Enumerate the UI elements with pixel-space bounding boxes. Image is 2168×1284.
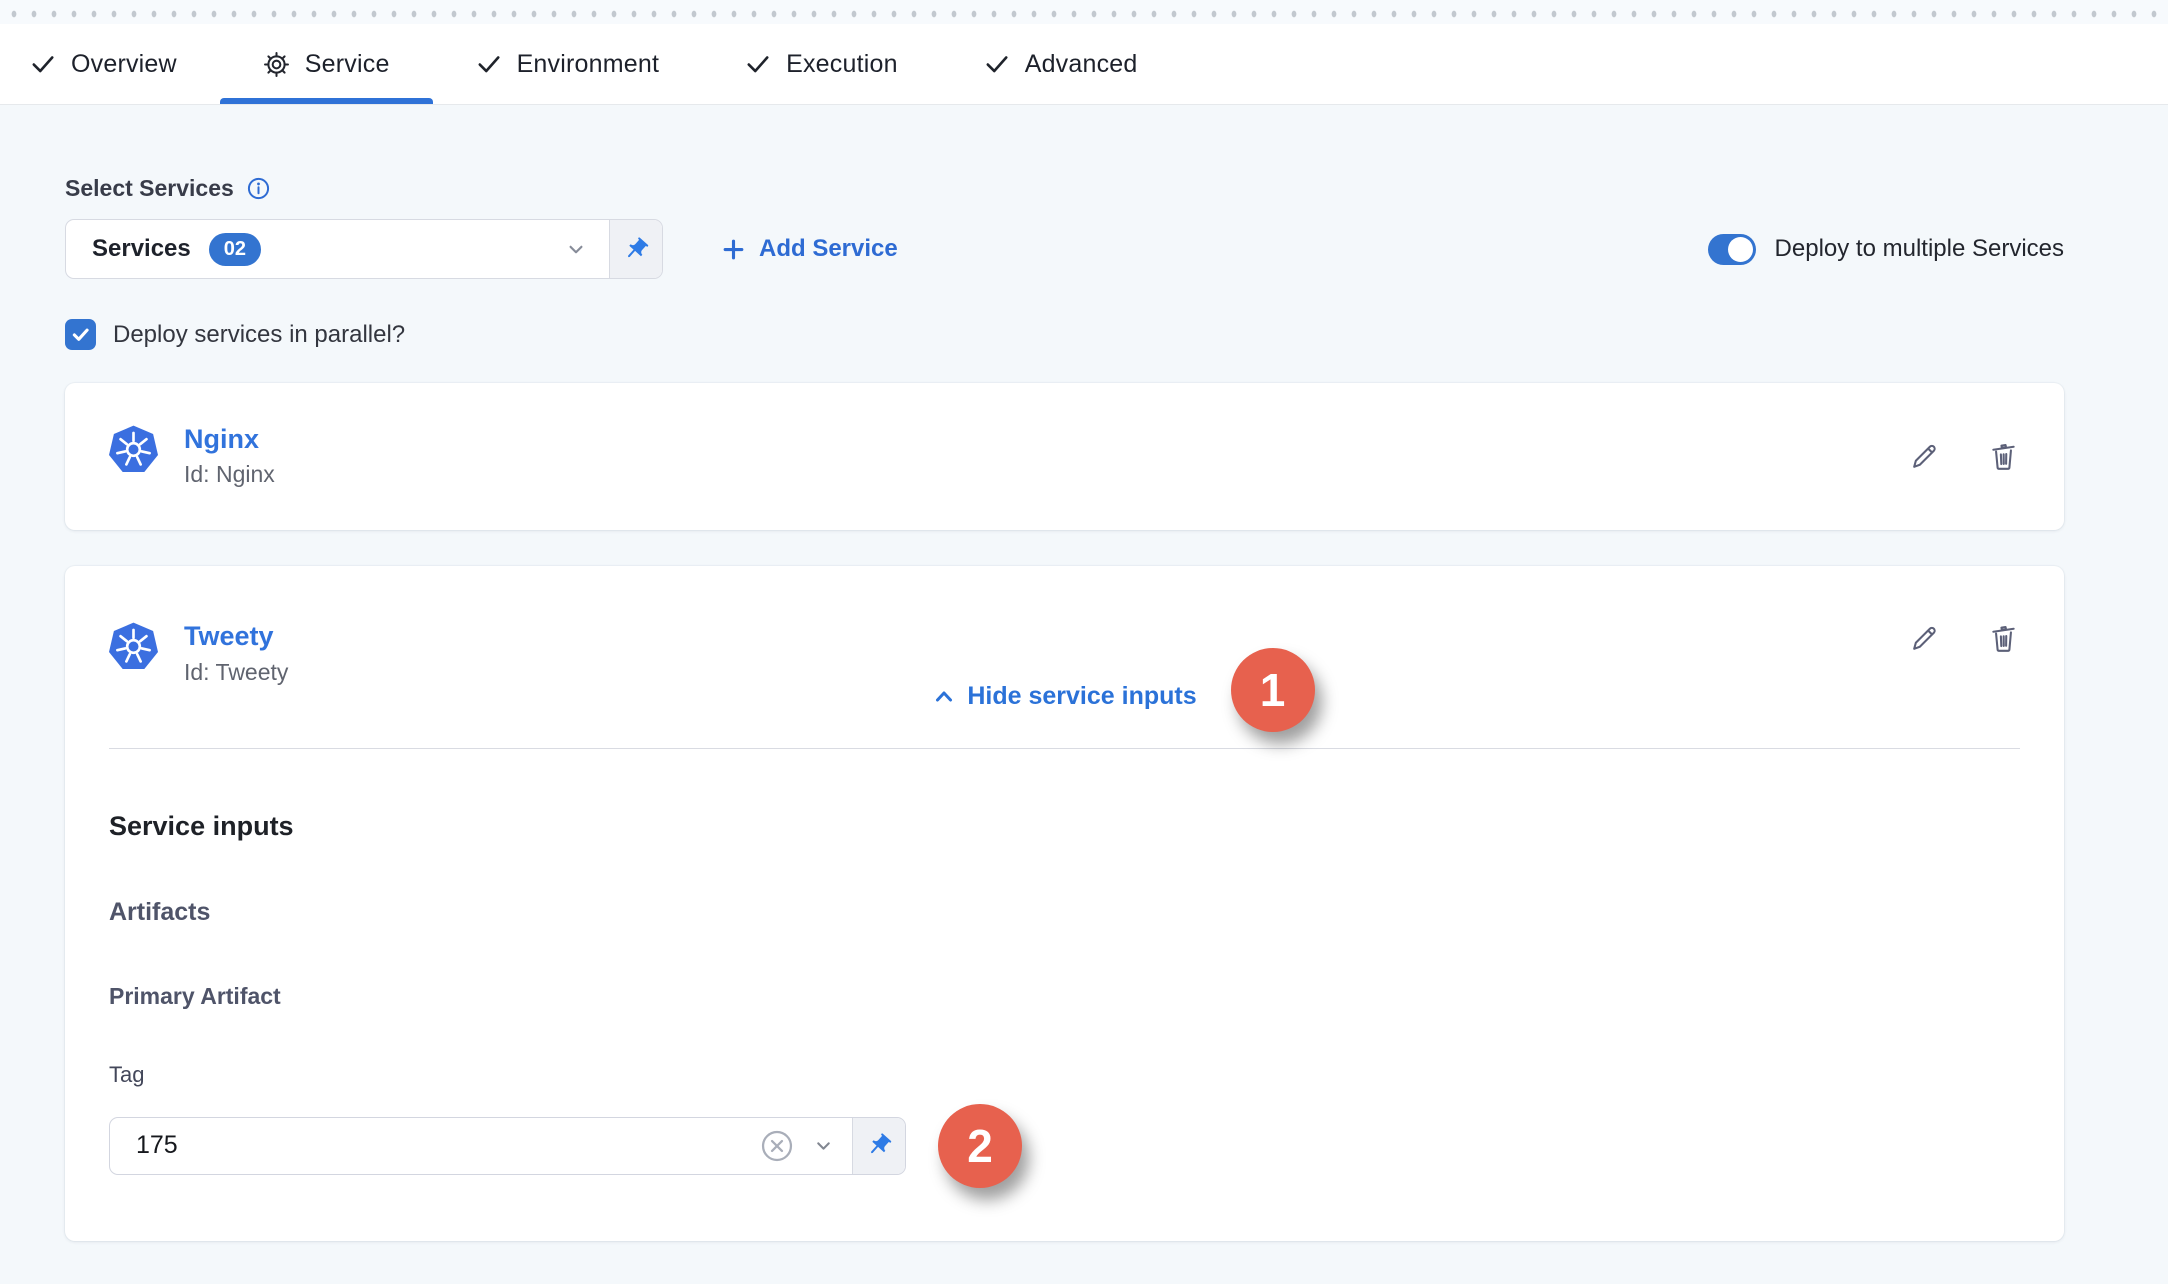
add-service-button[interactable]: Add Service bbox=[721, 235, 898, 263]
service-inputs-title: Service inputs bbox=[109, 811, 2020, 842]
service-tab-content: Select Services Services 02 bbox=[0, 175, 2168, 1241]
pin-icon bbox=[866, 1132, 893, 1159]
delete-trash-icon[interactable] bbox=[1987, 622, 2020, 655]
edit-pencil-icon[interactable] bbox=[1908, 622, 1941, 655]
check-icon bbox=[745, 51, 771, 77]
primary-artifact-title: Primary Artifact bbox=[109, 983, 2020, 1010]
delete-trash-icon[interactable] bbox=[1987, 440, 2020, 473]
tab-environment[interactable]: Environment bbox=[433, 24, 703, 104]
tab-label: Environment bbox=[517, 50, 660, 79]
service-id-text: Id: Nginx bbox=[184, 461, 275, 488]
check-icon bbox=[476, 51, 502, 77]
pipeline-canvas-dotted-strip bbox=[0, 0, 2168, 24]
select-services-label: Select Services bbox=[65, 175, 234, 202]
tab-label: Advanced bbox=[1025, 50, 1138, 79]
tab-advanced[interactable]: Advanced bbox=[941, 24, 1181, 104]
gear-icon bbox=[263, 51, 290, 78]
annotation-marker-2: 2 bbox=[938, 1104, 1022, 1188]
tab-label: Service bbox=[305, 50, 390, 79]
tag-input-group bbox=[109, 1117, 906, 1175]
deploy-multiple-services-label: Deploy to multiple Services bbox=[1775, 235, 2064, 263]
services-count-badge: 02 bbox=[209, 233, 261, 266]
services-multiselect[interactable]: Services 02 bbox=[65, 219, 663, 279]
check-icon bbox=[70, 324, 91, 345]
check-icon bbox=[984, 51, 1010, 77]
hide-service-inputs-label: Hide service inputs bbox=[967, 682, 1196, 711]
pin-icon bbox=[623, 236, 650, 263]
check-icon bbox=[30, 51, 56, 77]
toggle-knob bbox=[1728, 237, 1753, 262]
clear-input-icon[interactable] bbox=[759, 1128, 795, 1164]
chevron-down-icon[interactable] bbox=[563, 236, 589, 262]
services-dropdown-value: Services bbox=[92, 235, 191, 263]
chevron-down-icon[interactable] bbox=[811, 1133, 836, 1158]
pin-runtime-input-button[interactable] bbox=[852, 1118, 905, 1174]
tab-label: Execution bbox=[786, 50, 898, 79]
service-card-tweety: Tweety Id: Tweety bbox=[65, 566, 2064, 1241]
deploy-multiple-services-toggle[interactable] bbox=[1708, 234, 1756, 265]
chevron-up-icon bbox=[932, 685, 956, 709]
add-service-label: Add Service bbox=[759, 235, 898, 263]
annotation-marker-1: 1 bbox=[1231, 648, 1315, 732]
deploy-parallel-checkbox[interactable] bbox=[65, 319, 96, 350]
service-card-nginx: Nginx Id: Nginx bbox=[65, 383, 2064, 530]
tab-service[interactable]: Service bbox=[220, 24, 433, 104]
hide-service-inputs-link[interactable]: Hide service inputs bbox=[932, 682, 1196, 711]
tab-execution[interactable]: Execution bbox=[702, 24, 941, 104]
tag-label: Tag bbox=[109, 1062, 2020, 1088]
pin-runtime-input-button[interactable] bbox=[609, 220, 662, 278]
service-name-link[interactable]: Tweety bbox=[184, 622, 288, 652]
tab-overview[interactable]: Overview bbox=[30, 24, 220, 104]
stage-tabbar: Overview Service Environment Execution bbox=[0, 24, 2168, 105]
card-divider bbox=[109, 748, 2020, 749]
kubernetes-icon bbox=[109, 622, 158, 671]
kubernetes-icon bbox=[109, 425, 158, 474]
edit-pencil-icon[interactable] bbox=[1908, 440, 1941, 473]
deploy-parallel-label: Deploy services in parallel? bbox=[113, 321, 405, 349]
service-name-link[interactable]: Nginx bbox=[184, 425, 275, 455]
artifacts-title: Artifacts bbox=[109, 898, 2020, 927]
info-icon[interactable] bbox=[246, 176, 271, 201]
plus-icon bbox=[721, 237, 746, 262]
services-multiselect-value-area[interactable]: Services 02 bbox=[66, 220, 609, 278]
tag-input[interactable] bbox=[120, 1131, 743, 1160]
tab-label: Overview bbox=[71, 50, 177, 79]
